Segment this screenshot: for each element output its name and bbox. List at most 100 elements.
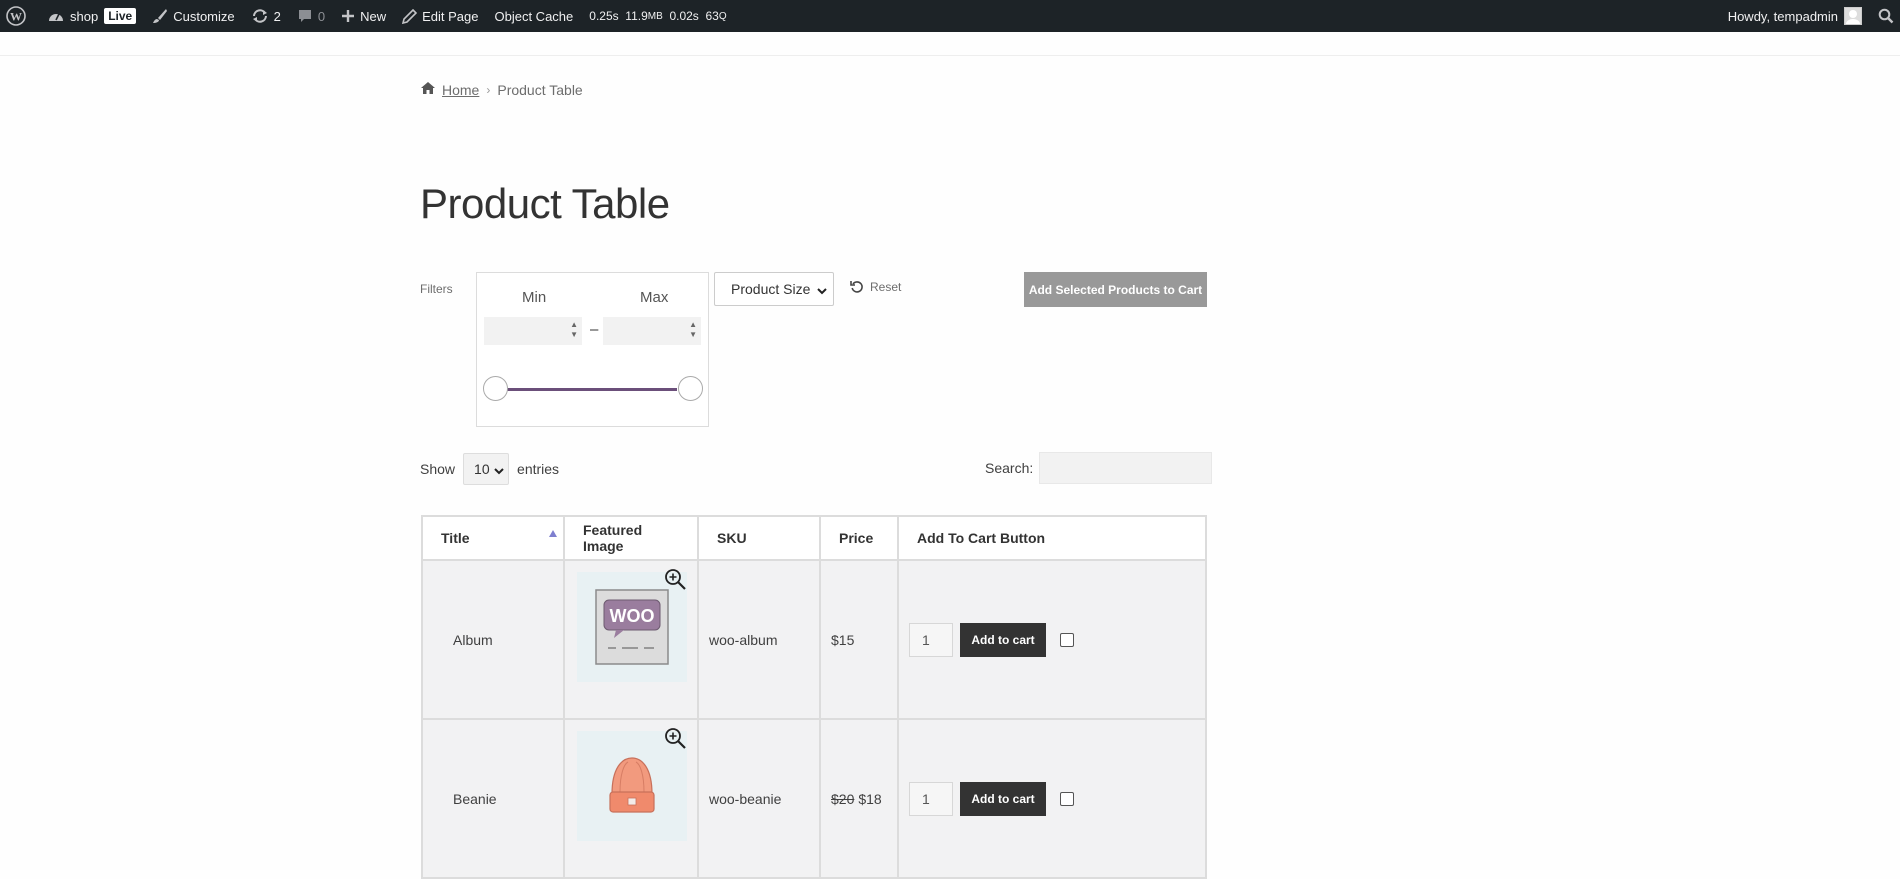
column-header-add-to-cart[interactable]: Add To Cart Button — [897, 515, 1207, 561]
qm-memory-unit: MB — [647, 10, 663, 22]
page-title: Product Table — [420, 180, 670, 227]
svg-text:W: W — [10, 10, 22, 24]
customize-link[interactable]: Customize — [144, 0, 242, 32]
customize-label: Customize — [173, 8, 235, 24]
table-row: Beanie woo-beanie $20 $18 1 Add to cart — [421, 718, 1207, 879]
admin-bar: W shop Live Customize 2 0 New Edit Page … — [0, 0, 1900, 32]
dashboard-icon — [47, 8, 65, 24]
product-image-cell — [563, 718, 699, 879]
column-header-title[interactable]: Title — [421, 515, 565, 561]
object-cache-link[interactable]: Object Cache — [487, 0, 582, 32]
qm-db-time: 0.02s — [669, 9, 699, 23]
spinner-icon[interactable]: ▲ ▼ — [570, 320, 578, 340]
edit-page-link[interactable]: Edit Page — [394, 0, 486, 32]
range-dash: – — [590, 321, 599, 338]
wordpress-logo-menu[interactable]: W — [0, 0, 39, 32]
zoom-icon[interactable] — [663, 567, 687, 594]
table-search: Search: — [985, 452, 1213, 484]
reset-icon — [850, 281, 863, 293]
product-size-value: Product Size — [731, 281, 811, 297]
show-label: Show — [420, 461, 456, 477]
comment-icon — [297, 8, 313, 24]
updates-icon — [251, 8, 269, 24]
comments-count: 0 — [317, 8, 326, 24]
my-account-menu[interactable]: Howdy, tempadmin — [1720, 0, 1870, 32]
max-price-input[interactable]: ▲ ▼ — [603, 317, 701, 345]
object-cache-label: Object Cache — [494, 8, 574, 24]
min-price-input[interactable]: ▲ ▼ — [484, 317, 582, 345]
add-to-cart-button[interactable]: Add to cart — [960, 781, 1046, 816]
query-monitor-link[interactable]: 0.25s 11.9 MB 0.02s 63 Q — [581, 0, 734, 32]
spinner-icon[interactable]: ▲ ▼ — [689, 320, 697, 340]
product-price: $20 $18 — [819, 718, 899, 879]
plus-icon — [341, 9, 355, 23]
home-icon — [420, 81, 436, 98]
search-input[interactable] — [1039, 452, 1213, 484]
select-product-checkbox[interactable] — [1060, 632, 1074, 647]
column-header-image[interactable]: Featured Image — [563, 515, 699, 561]
qm-memory: 11.9 — [625, 9, 648, 23]
chevron-down-icon — [494, 463, 504, 479]
min-label: Min — [522, 289, 547, 306]
chevron-down-icon — [817, 283, 827, 299]
column-title-label: Title — [441, 530, 470, 546]
edit-page-label: Edit Page — [422, 8, 479, 24]
column-header-price[interactable]: Price — [819, 515, 899, 561]
qm-queries-unit: Q — [718, 10, 727, 22]
entries-label: entries — [517, 461, 560, 477]
product-sku: woo-album — [697, 559, 821, 720]
sort-ascending-icon — [549, 530, 557, 537]
breadcrumb: Home › Product Table — [420, 81, 583, 98]
search-icon — [1878, 8, 1894, 24]
howdy-label: Howdy, tempadmin — [1727, 8, 1838, 24]
product-title: Album — [421, 559, 565, 720]
add-to-cart-cell: 1 Add to cart — [897, 718, 1207, 879]
quantity-input[interactable]: 1 — [909, 622, 953, 657]
new-label: New — [360, 8, 387, 24]
add-to-cart-cell: 1 Add to cart — [897, 559, 1207, 720]
brush-icon — [152, 8, 168, 24]
zoom-icon[interactable] — [663, 726, 687, 753]
price-slider-min-handle[interactable] — [483, 376, 508, 401]
breadcrumb-separator: › — [486, 82, 491, 97]
header-divider — [0, 55, 1900, 56]
pencil-icon — [402, 8, 418, 24]
admin-search[interactable] — [1870, 0, 1900, 32]
product-price: $15 — [819, 559, 899, 720]
product-title: Beanie — [421, 718, 565, 879]
new-content-menu[interactable]: New — [333, 0, 394, 32]
qm-queries: 63 — [705, 9, 719, 23]
wordpress-icon: W — [6, 6, 26, 26]
product-size-select[interactable]: Product Size — [714, 272, 834, 306]
qm-time: 0.25s — [589, 9, 619, 23]
sale-price: $18 — [858, 790, 882, 807]
column-header-sku[interactable]: SKU — [697, 515, 821, 561]
current-price: $15 — [831, 631, 855, 648]
comments-link[interactable]: 0 — [289, 0, 333, 32]
product-table: Title Featured Image SKU Price Add To Ca… — [421, 515, 1207, 879]
price-slider-max-handle[interactable] — [678, 376, 703, 401]
regular-price: $20 — [831, 790, 855, 807]
table-row: Album WOO woo-album $15 1 Add to cart — [421, 559, 1207, 720]
entries-select[interactable]: 10 — [463, 453, 510, 485]
updates-link[interactable]: 2 — [243, 0, 289, 32]
price-slider-track[interactable] — [505, 388, 677, 391]
breadcrumb-home-link[interactable]: Home — [442, 82, 479, 98]
avatar — [1844, 7, 1862, 25]
price-range-filter: Min Max ▲ ▼ – ▲ ▼ — [476, 272, 709, 427]
search-label: Search: — [985, 460, 1034, 476]
select-product-checkbox[interactable] — [1060, 791, 1074, 806]
reset-filters-link[interactable]: Reset — [850, 280, 901, 294]
product-sku: woo-beanie — [697, 718, 821, 879]
site-name-menu[interactable]: shop Live — [39, 0, 144, 32]
quantity-input[interactable]: 1 — [909, 781, 953, 816]
max-label: Max — [640, 289, 669, 306]
breadcrumb-current: Product Table — [497, 81, 583, 98]
product-image-cell: WOO — [563, 559, 699, 720]
show-entries-control: Show 10 entries — [420, 453, 559, 485]
filters-label: Filters — [420, 282, 453, 296]
table-header-row: Title Featured Image SKU Price Add To Ca… — [421, 515, 1207, 561]
add-to-cart-button[interactable]: Add to cart — [960, 622, 1046, 657]
updates-count: 2 — [273, 8, 281, 24]
add-selected-to-cart-button[interactable]: Add Selected Products to Cart — [1024, 272, 1207, 307]
